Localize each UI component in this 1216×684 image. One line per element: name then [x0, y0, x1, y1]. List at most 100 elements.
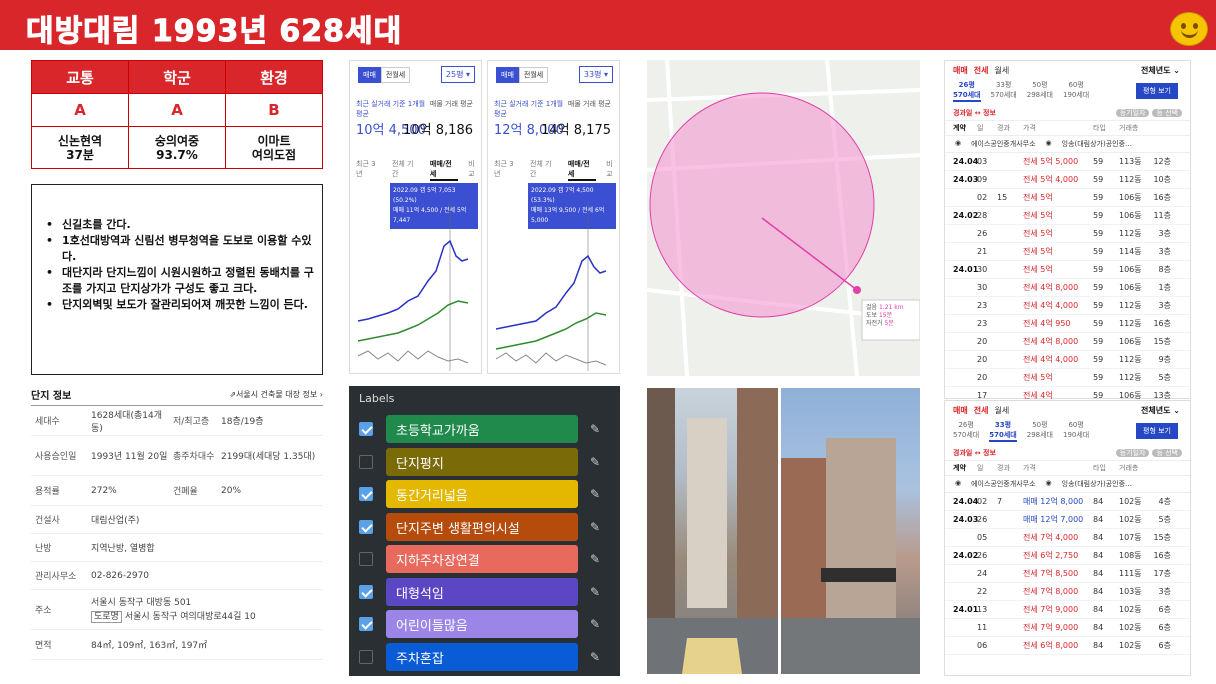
- label-pill[interactable]: 주차혼잡: [386, 642, 578, 671]
- tx-row[interactable]: 02 15 전세 5억 59 106동 16층: [945, 189, 1190, 207]
- tx-tab[interactable]: 월세: [994, 65, 1009, 76]
- year-select[interactable]: 전체년도 ⌄: [1141, 405, 1180, 416]
- edit-icon[interactable]: ✎: [590, 552, 600, 566]
- label-pill[interactable]: 대형석임: [386, 577, 578, 606]
- size-select[interactable]: 33평 ▾: [578, 66, 613, 83]
- tx-tab[interactable]: 월세: [994, 405, 1009, 416]
- tx-row[interactable]: 24 전세 7억 8,500 84 111동 17층: [945, 565, 1190, 583]
- note-item: 1호선대방역과 신림선 병무청역을 도보로 이용할 수있다.: [42, 233, 314, 265]
- rating-header-environment: 환경: [225, 60, 323, 94]
- info-row: 건설사 대림산업(주): [31, 506, 323, 534]
- tx-row[interactable]: 22 전세 7억 8,000 84 103동 3층: [945, 583, 1190, 601]
- tx-row[interactable]: 24.01 30 전세 5억 59 106동 8층: [945, 261, 1190, 279]
- rating-header-school: 학군: [128, 60, 226, 94]
- tx-row[interactable]: 11 전세 7억 9,000 84 102동 6층: [945, 619, 1190, 637]
- label-pill[interactable]: 동간거리넓음: [386, 480, 578, 509]
- label-pill[interactable]: 지하주차장연결: [386, 545, 578, 574]
- edit-icon[interactable]: ✎: [590, 520, 600, 534]
- tx-tab[interactable]: 전세: [974, 65, 989, 76]
- size-tab[interactable]: 60평 190세대: [1063, 420, 1089, 442]
- size-tab[interactable]: 26평 570세대: [953, 80, 981, 102]
- price-line-chart: [357, 201, 469, 371]
- tx-row[interactable]: 23 전세 4억 4,000 59 112동 3층: [945, 297, 1190, 315]
- smiley-icon: [1170, 12, 1208, 46]
- label-pill[interactable]: 단지평지: [386, 447, 578, 476]
- street-photo-2: [781, 388, 920, 674]
- info-row: 세대수 1628세대(총14개동) 저/최고층 18층/19층: [31, 406, 323, 436]
- edit-icon[interactable]: ✎: [590, 487, 600, 501]
- label-checkbox[interactable]: [359, 552, 373, 567]
- size-tab[interactable]: 50평 298세대: [1027, 420, 1053, 442]
- agent-avatar: ◉: [955, 479, 962, 487]
- label-checkbox[interactable]: [359, 617, 373, 632]
- tab-sale[interactable]: 매매: [358, 67, 381, 83]
- edit-icon[interactable]: ✎: [590, 617, 600, 631]
- label-pill[interactable]: 단지주변 생활편의시설: [386, 512, 578, 541]
- tx-row[interactable]: 05 전세 7억 4,000 84 107동 15층: [945, 529, 1190, 547]
- filter-chip[interactable]: 등 선택: [1152, 109, 1182, 117]
- tx-row[interactable]: 23 전세 4억 950 59 112동 16층: [945, 315, 1190, 333]
- listing-avg-price: 14억 8,175: [541, 123, 611, 138]
- label-checkbox[interactable]: [359, 487, 373, 502]
- link-icon: ⇗: [229, 390, 237, 399]
- complex-info-panel: 단지 정보 ⇗서울시 건축물 대장 정보 › 세대수 1628세대(총14개동) 저…: [31, 384, 323, 676]
- size-view-button[interactable]: 평형 보기: [1136, 423, 1178, 439]
- listing-avg-price: 10억 8,186: [403, 123, 473, 138]
- tx-row[interactable]: 21 전세 5억 59 114동 3층: [945, 243, 1190, 261]
- tab-rent[interactable]: 전월세: [380, 67, 411, 83]
- label-checkbox[interactable]: [359, 584, 373, 599]
- building-registry-link[interactable]: ⇗서울시 건축물 대장 정보 ›: [229, 389, 323, 400]
- tx-tab[interactable]: 전세: [974, 405, 989, 416]
- rating-grade-school: A: [128, 93, 226, 127]
- size-tab[interactable]: 26평 570세대: [953, 420, 979, 442]
- filter-chip[interactable]: 등기일자: [1115, 449, 1150, 457]
- tx-row[interactable]: 24.02 26 전세 6억 2,750 84 108동 16층: [945, 547, 1190, 565]
- size-tab[interactable]: 33평 570세대: [989, 420, 1017, 442]
- label-pill[interactable]: 초등학교가까움: [386, 415, 578, 444]
- tx-row[interactable]: 26 전세 5억 59 112동 3층: [945, 225, 1190, 243]
- agent-row[interactable]: ◉ 에이스공인중개사무소 ◉ 잉송(대림상가)공인중…: [945, 476, 1190, 493]
- filter-chip[interactable]: 등 선택: [1152, 449, 1182, 457]
- tx-row[interactable]: 24.02 28 전세 5억 59 106동 11층: [945, 207, 1190, 225]
- tx-row[interactable]: 20 전세 4억 8,000 59 106동 15층: [945, 333, 1190, 351]
- label-checkbox[interactable]: [359, 649, 373, 664]
- agent-avatar: ◉: [955, 139, 962, 147]
- size-view-button[interactable]: 평형 보기: [1136, 83, 1178, 99]
- tx-row[interactable]: 20 전세 4억 4,000 59 112동 9층: [945, 351, 1190, 369]
- size-tab[interactable]: 50평 298세대: [1027, 80, 1053, 102]
- filter-chip[interactable]: 등기일자: [1115, 109, 1150, 117]
- edit-icon[interactable]: ✎: [590, 422, 600, 436]
- elapsed-toggle[interactable]: 경과일 ↔ 정보: [953, 108, 996, 118]
- tx-row[interactable]: 24.04 03 전세 5억 5,000 59 113동 12층: [945, 153, 1190, 171]
- tx-header: 계약 일 경과 가격 타입 거래층: [945, 120, 1190, 136]
- size-tab[interactable]: 33평 570세대: [991, 80, 1017, 102]
- edit-icon[interactable]: ✎: [590, 455, 600, 469]
- tx-tab[interactable]: 매매: [953, 405, 968, 416]
- elapsed-toggle[interactable]: 경과일 ↔ 정보: [953, 448, 996, 458]
- tx-row[interactable]: 06 전세 6억 8,000 84 102동 6층: [945, 637, 1190, 655]
- edit-icon[interactable]: ✎: [590, 650, 600, 664]
- tab-sale[interactable]: 매매: [496, 67, 519, 83]
- tx-row[interactable]: 24.03 09 전세 5억 4,000 59 112동 10층: [945, 171, 1190, 189]
- size-tab[interactable]: 60평 190세대: [1063, 80, 1089, 102]
- tx-row[interactable]: 24.03 26 매매 12억 7,000 84 102동 5층: [945, 511, 1190, 529]
- price-line-chart: [495, 201, 607, 371]
- tx-tab[interactable]: 매매: [953, 65, 968, 76]
- tx-row[interactable]: 24.04 02 7 매매 12억 8,000 84 102동 4층: [945, 493, 1190, 511]
- label-checkbox[interactable]: [359, 422, 373, 437]
- label-checkbox[interactable]: [359, 519, 373, 534]
- tx-row[interactable]: 30 전세 4억 8,000 59 106동 1층: [945, 279, 1190, 297]
- tab-rent[interactable]: 전월세: [518, 67, 549, 83]
- neighborhood-map[interactable]: 걸음 1.21 km 도보 15분 자전거 5분: [647, 60, 920, 376]
- label-checkbox[interactable]: [359, 454, 373, 469]
- page-header: 대방대림 1993년 628세대: [0, 0, 1216, 50]
- edit-icon[interactable]: ✎: [590, 585, 600, 599]
- year-select[interactable]: 전체년도 ⌄: [1141, 65, 1180, 76]
- size-select[interactable]: 25평 ▾: [440, 66, 475, 83]
- tx-row[interactable]: 24.01 13 전세 7억 9,000 84 102동 6층: [945, 601, 1190, 619]
- price-chart-25: 매매 전월세 25평 ▾ 최근 실거래 기준 1개월 평균 매물 거래 평균 10…: [349, 60, 482, 374]
- tx-row[interactable]: 20 전세 5억 59 112동 5층: [945, 369, 1190, 387]
- label-pill[interactable]: 어린이들많음: [386, 610, 578, 639]
- agent-row[interactable]: ◉ 에이스공인중개사무소 ◉ 잉송(대림상가)공인중…: [945, 136, 1190, 153]
- map-legend: 걸음 1.21 km 도보 15분 자전거 5분: [866, 304, 904, 327]
